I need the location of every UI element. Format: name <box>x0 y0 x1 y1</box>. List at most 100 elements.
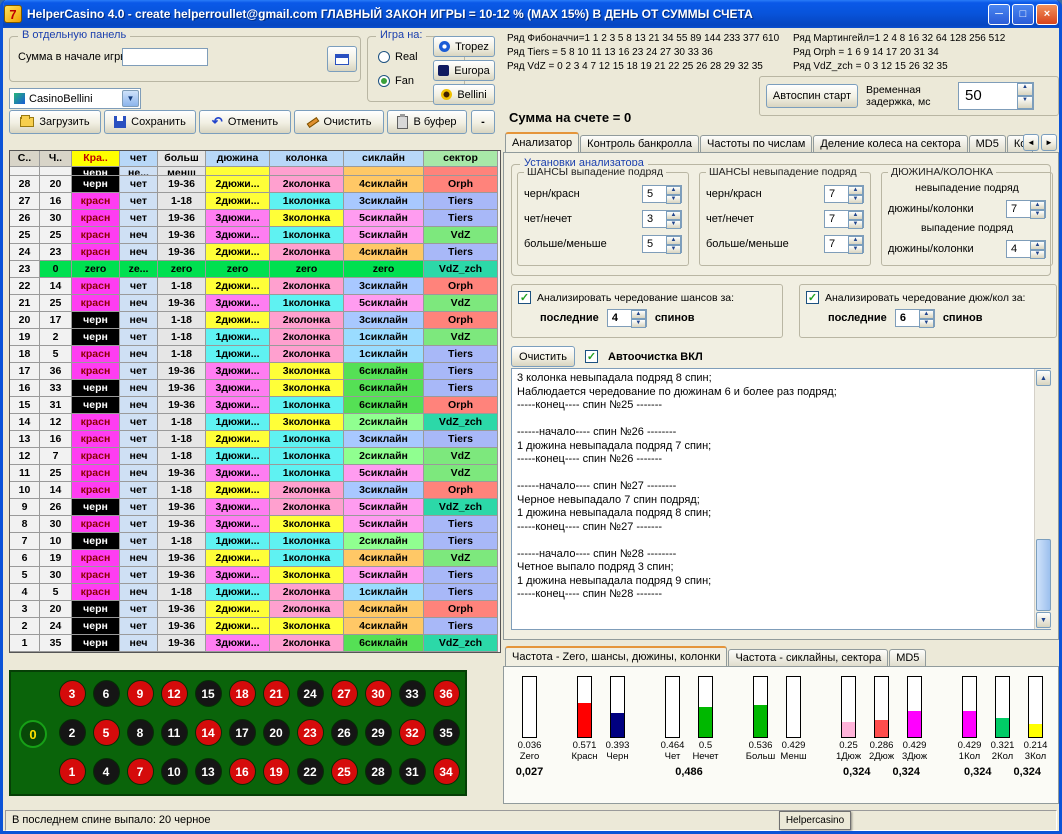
analyzer-log[interactable]: 3 колонка невыпадала подряд 8 спин; Набл… <box>511 368 1051 630</box>
spin-down-icon[interactable]: ▼ <box>1017 96 1033 109</box>
freq-tab-1[interactable]: Частота - сиклайны, сектора <box>728 649 888 666</box>
roulette-number-30[interactable]: 30 <box>365 680 392 707</box>
table-row[interactable]: 2630краснчет19-363дюжи...3колонка5сиклай… <box>10 210 500 227</box>
spin-down-icon[interactable]: ▼ <box>1030 210 1045 219</box>
undo-button[interactable]: ↶Отменить <box>199 110 291 134</box>
roulette-number-18[interactable]: 18 <box>229 680 256 707</box>
roulette-number-17[interactable]: 17 <box>229 719 256 746</box>
spin-down-icon[interactable]: ▼ <box>848 195 863 204</box>
table-row[interactable]: 2017черннеч1-182дюжи...2колонка3сиклайнO… <box>10 312 500 329</box>
scroll-up-icon[interactable]: ▲ <box>1036 370 1051 386</box>
roulette-number-12[interactable]: 12 <box>161 680 188 707</box>
table-row[interactable]: 2716краснчет1-182дюжи...1колонка3сиклайн… <box>10 193 500 210</box>
autoclear-checkbox[interactable]: ✓ <box>585 350 598 363</box>
roulette-number-25[interactable]: 25 <box>331 758 358 785</box>
spin-up-icon[interactable]: ▲ <box>631 310 646 319</box>
table-row[interactable]: 45красннеч1-181дюжи...2колонка1сиклайнTi… <box>10 584 500 601</box>
spin-down-icon[interactable]: ▼ <box>848 220 863 229</box>
roulette-number-26[interactable]: 26 <box>331 719 358 746</box>
roulette-number-23[interactable]: 23 <box>297 719 324 746</box>
europa-button[interactable]: Europa <box>433 60 495 81</box>
table-row[interactable]: 619красннеч19-362дюжи...1колонка4сиклайн… <box>10 550 500 567</box>
table-row[interactable]: 224чернчет19-362дюжи...3колонка4сиклайнT… <box>10 618 500 635</box>
main-tab-0[interactable]: Анализатор <box>505 132 579 152</box>
table-row[interactable]: 2820чернчет19-362дюжи...2колонка4сиклайн… <box>10 176 500 193</box>
table-row[interactable]: 2125красннеч19-363дюжи...1колонка5сиклай… <box>10 295 500 312</box>
load-button[interactable]: Загрузить <box>9 110 101 134</box>
table-row[interactable]: 1412краснчет1-181дюжи...3колонка2сиклайн… <box>10 414 500 431</box>
analyzer-clear-button[interactable]: Очистить <box>511 346 575 367</box>
analyzer-spinbox[interactable]: 3▲▼ <box>642 210 682 228</box>
spin-up-icon[interactable]: ▲ <box>848 186 863 195</box>
roulette-number-10[interactable]: 10 <box>161 758 188 785</box>
table-row[interactable]: 1316краснчет1-182дюжи...1колонка3сиклайн… <box>10 431 500 448</box>
analyzer-spinbox[interactable]: 7▲▼ <box>824 185 864 203</box>
main-tab-2[interactable]: Частоты по числам <box>700 135 812 152</box>
casino-combobox[interactable]: CasinoBellini ▼ <box>9 88 141 109</box>
roulette-zero[interactable]: 0 <box>19 720 47 748</box>
scrollbar-thumb[interactable] <box>1036 539 1051 611</box>
spin-down-icon[interactable]: ▼ <box>631 319 646 328</box>
buffer-button[interactable]: В буфер <box>387 110 467 134</box>
analyzer-spinbox[interactable]: 7▲▼ <box>824 235 864 253</box>
delay-input[interactable]: 50 ▲ ▼ <box>958 82 1034 110</box>
table-row[interactable]: 1531черннеч19-363дюжи...1колонка6сиклайн… <box>10 397 500 414</box>
roulette-number-13[interactable]: 13 <box>195 758 222 785</box>
roulette-number-4[interactable]: 4 <box>93 758 120 785</box>
maximize-button[interactable]: □ <box>1012 4 1034 25</box>
analyzer-spinbox[interactable]: 4▲▼ <box>1006 240 1046 258</box>
roulette-number-19[interactable]: 19 <box>263 758 290 785</box>
spin-up-icon[interactable]: ▲ <box>919 310 934 319</box>
freq-tab-0[interactable]: Частота - Zero, шансы, дюжины, колонки <box>505 646 727 666</box>
analyzer-spinbox[interactable]: 5▲▼ <box>642 235 682 253</box>
roulette-number-11[interactable]: 11 <box>161 719 188 746</box>
spin-down-icon[interactable]: ▼ <box>666 245 681 254</box>
roulette-number-24[interactable]: 24 <box>297 680 324 707</box>
table-row[interactable]: 127красннеч1-181дюжи...1колонка2сиклайнV… <box>10 448 500 465</box>
alt-spinbox-0[interactable]: 4▲▼ <box>607 309 647 327</box>
roulette-number-27[interactable]: 27 <box>331 680 358 707</box>
table-row[interactable]: 1736краснчет19-363дюжи...3колонка6сиклай… <box>10 363 500 380</box>
spin-up-icon[interactable]: ▲ <box>848 236 863 245</box>
spin-down-icon[interactable]: ▼ <box>1030 250 1045 259</box>
freq-tab-2[interactable]: MD5 <box>889 649 926 666</box>
spin-up-icon[interactable]: ▲ <box>848 211 863 220</box>
spin-down-icon[interactable]: ▼ <box>666 220 681 229</box>
scroll-down-icon[interactable]: ▼ <box>1036 612 1051 628</box>
bellini-button[interactable]: Bellini <box>433 84 495 105</box>
alt-checkbox-1[interactable]: ✓ <box>806 291 819 304</box>
spin-down-icon[interactable]: ▼ <box>666 195 681 204</box>
table-row[interactable]: 230zeroze...zerozerozerozeroVdZ_zch <box>10 261 500 278</box>
spin-up-icon[interactable]: ▲ <box>666 186 681 195</box>
roulette-number-28[interactable]: 28 <box>365 758 392 785</box>
main-tab-3[interactable]: Деление колеса на сектора <box>813 135 967 152</box>
table-row[interactable]: 926чернчет19-363дюжи...2колонка5сиклайнV… <box>10 499 500 516</box>
table-row[interactable]: 320чернчет19-362дюжи...2колонка4сиклайнO… <box>10 601 500 618</box>
minimize-button[interactable]: ─ <box>988 4 1010 25</box>
table-row[interactable]: 135черннеч19-363дюжи...2колонка6сиклайнV… <box>10 635 500 652</box>
roulette-number-1[interactable]: 1 <box>59 758 86 785</box>
spin-up-icon[interactable]: ▲ <box>1017 83 1033 96</box>
table-row[interactable]: 530краснчет19-363дюжи...3колонка5сиклайн… <box>10 567 500 584</box>
roulette-number-14[interactable]: 14 <box>195 719 222 746</box>
roulette-number-16[interactable]: 16 <box>229 758 256 785</box>
minus-button[interactable]: - <box>471 110 495 134</box>
roulette-number-3[interactable]: 3 <box>59 680 86 707</box>
roulette-number-21[interactable]: 21 <box>263 680 290 707</box>
spin-down-icon[interactable]: ▼ <box>919 319 934 328</box>
roulette-number-31[interactable]: 31 <box>399 758 426 785</box>
tropez-button[interactable]: Tropez <box>433 36 495 57</box>
analyzer-spinbox[interactable]: 7▲▼ <box>824 210 864 228</box>
alt-checkbox-0[interactable]: ✓ <box>518 291 531 304</box>
roulette-number-32[interactable]: 32 <box>399 719 426 746</box>
roulette-number-33[interactable]: 33 <box>399 680 426 707</box>
table-row[interactable]: 1633черннеч19-363дюжи...3колонка6сиклайн… <box>10 380 500 397</box>
close-button[interactable]: × <box>1036 4 1058 25</box>
roulette-number-35[interactable]: 35 <box>433 719 460 746</box>
table-row[interactable]: 2214краснчет1-182дюжи...2колонка3сиклайн… <box>10 278 500 295</box>
table-row[interactable]: 192чернчет1-181дюжи...2колонка1сиклайнVd… <box>10 329 500 346</box>
analyzer-spinbox[interactable]: 7▲▼ <box>1006 200 1046 218</box>
roulette-number-2[interactable]: 2 <box>59 719 86 746</box>
table-row[interactable]: 830краснчет19-363дюжи...3колонка5сиклайн… <box>10 516 500 533</box>
roulette-number-15[interactable]: 15 <box>195 680 222 707</box>
